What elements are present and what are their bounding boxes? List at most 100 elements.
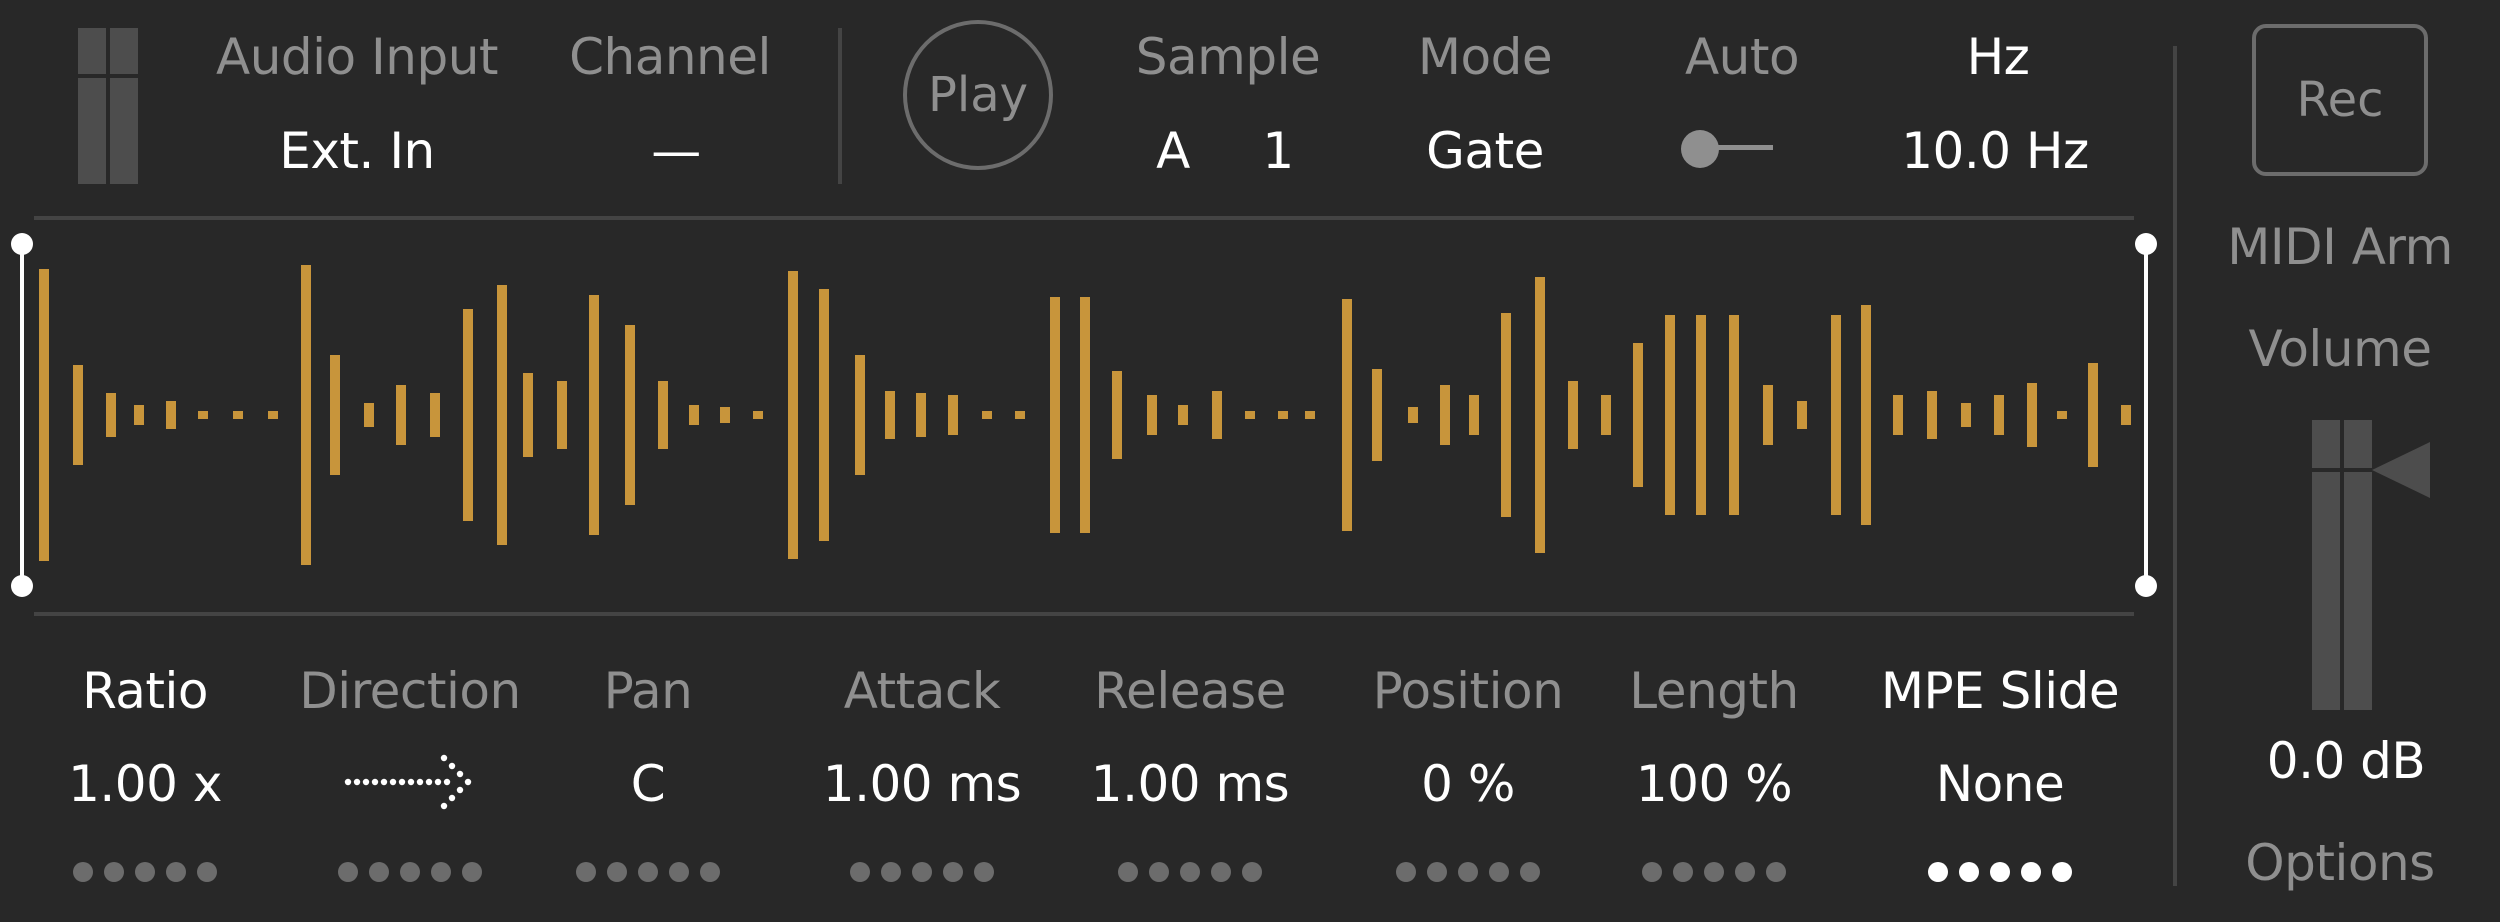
macro-dot xyxy=(1149,862,1169,882)
device-grip-handle[interactable] xyxy=(78,28,140,184)
waveform-bar xyxy=(1797,401,1807,429)
macro-dot xyxy=(1458,862,1478,882)
macro-dots[interactable] xyxy=(850,862,994,882)
waveform-bar xyxy=(1245,411,1255,419)
auto-toggle-knob xyxy=(1681,130,1719,168)
macro-dot xyxy=(400,862,420,882)
hz-value[interactable]: 10.0 Hz xyxy=(1901,122,2089,180)
waveform-bar xyxy=(589,295,599,535)
waveform-bar xyxy=(557,381,567,449)
waveform-bar xyxy=(753,411,763,419)
volume-label: Volume xyxy=(2248,320,2432,378)
macro-dot xyxy=(1766,862,1786,882)
macro-dots[interactable] xyxy=(73,862,217,882)
waveform-bar xyxy=(1080,297,1090,533)
waveform-bottom-line xyxy=(34,612,2134,616)
param-label: Position xyxy=(1372,662,1564,720)
waveform-bar xyxy=(2027,383,2037,447)
dotted-arrow-right-icon[interactable] xyxy=(344,752,476,816)
volume-fader-handle-icon[interactable] xyxy=(2372,442,2432,498)
waveform-bar xyxy=(2121,405,2131,425)
macro-dots[interactable] xyxy=(576,862,720,882)
param-value[interactable]: 100 % xyxy=(1636,755,1793,813)
waveform-bar xyxy=(73,365,83,465)
waveform-bar xyxy=(523,373,533,457)
rec-button[interactable]: Rec xyxy=(2252,24,2428,176)
waveform-bar xyxy=(1050,297,1060,533)
waveform-bar xyxy=(2088,363,2098,467)
volume-value[interactable]: 0.0 dB xyxy=(2267,732,2426,790)
macro-dot xyxy=(1118,862,1138,882)
param-label: MPE Slide xyxy=(1880,662,2120,720)
param-label: Attack xyxy=(843,662,1001,720)
waveform-bar xyxy=(1729,315,1739,515)
waveform-bar xyxy=(166,401,176,429)
waveform-bar xyxy=(396,385,406,445)
waveform-bar xyxy=(1927,391,1937,439)
waveform-bar xyxy=(268,411,278,419)
options-label[interactable]: Options xyxy=(2245,834,2435,892)
macro-dot xyxy=(912,862,932,882)
macro-dots[interactable] xyxy=(1928,862,2072,882)
waveform-bar xyxy=(1831,315,1841,515)
waveform-bar xyxy=(233,411,243,419)
param-value[interactable]: 0 % xyxy=(1421,755,1515,813)
macro-dot xyxy=(943,862,963,882)
volume-meter-left xyxy=(2312,420,2340,710)
waveform-top-line xyxy=(34,216,2134,220)
sample-label: Sample xyxy=(1135,28,1321,86)
macro-dots[interactable] xyxy=(1396,862,1540,882)
waveform-bar xyxy=(198,411,208,419)
mode-value[interactable]: Gate xyxy=(1426,122,1544,180)
macro-dot xyxy=(576,862,596,882)
param-label: Direction xyxy=(299,662,521,720)
macro-dot xyxy=(135,862,155,882)
channel-value[interactable]: — xyxy=(651,122,701,180)
macro-dot xyxy=(881,862,901,882)
param-label: Pan xyxy=(603,662,693,720)
macro-dots[interactable] xyxy=(1118,862,1262,882)
macro-dot xyxy=(431,862,451,882)
macro-dot xyxy=(1928,862,1948,882)
param-value[interactable]: 1.00 ms xyxy=(823,755,1022,813)
macro-dot xyxy=(338,862,358,882)
play-button[interactable]: Play xyxy=(903,20,1053,170)
auto-label: Auto xyxy=(1684,28,1800,86)
param-value[interactable]: C xyxy=(631,755,666,813)
macro-dots[interactable] xyxy=(1642,862,1786,882)
macro-dot xyxy=(2021,862,2041,882)
waveform-bar xyxy=(330,355,340,475)
midi-arm-label[interactable]: MIDI Arm xyxy=(2227,218,2453,276)
sample-number[interactable]: 1 xyxy=(1262,122,1294,180)
param-value[interactable]: 1.00 x xyxy=(68,755,222,813)
macro-dot xyxy=(1427,862,1447,882)
param-value[interactable]: None xyxy=(1936,755,2065,813)
waveform-bar xyxy=(1469,395,1479,435)
macro-dot xyxy=(1642,862,1662,882)
param-value[interactable]: 1.00 ms xyxy=(1091,755,1290,813)
macro-dot xyxy=(1180,862,1200,882)
auto-toggle[interactable] xyxy=(1677,124,1797,170)
waveform-bar xyxy=(39,269,49,561)
waveform-display[interactable] xyxy=(0,230,2180,600)
loop-start-handle[interactable] xyxy=(11,233,33,597)
channel-label: Channel xyxy=(569,28,771,86)
waveform-bar xyxy=(1696,315,1706,515)
macro-dot xyxy=(73,862,93,882)
waveform-bar xyxy=(1342,299,1352,531)
loop-end-handle[interactable] xyxy=(2135,233,2157,597)
rec-label: Rec xyxy=(2296,72,2384,128)
macro-dot xyxy=(1211,862,1231,882)
macro-dots[interactable] xyxy=(338,862,482,882)
waveform-bar xyxy=(916,393,926,437)
waveform-bar xyxy=(1015,411,1025,419)
waveform-bar xyxy=(134,405,144,425)
macro-dot xyxy=(1520,862,1540,882)
waveform-bar xyxy=(1178,405,1188,425)
sample-letter[interactable]: A xyxy=(1156,122,1190,180)
volume-fader[interactable] xyxy=(2312,418,2432,710)
audio-input-value[interactable]: Ext. In xyxy=(279,122,435,180)
waveform-bar xyxy=(106,393,116,437)
waveform-bar xyxy=(301,265,311,565)
waveform-bar xyxy=(1408,407,1418,423)
